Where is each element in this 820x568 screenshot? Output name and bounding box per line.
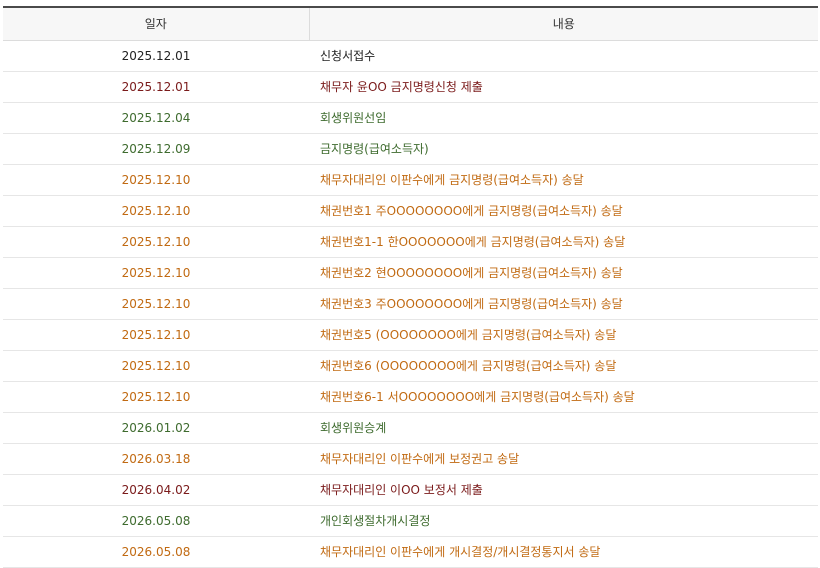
row-content: 채권번호5 (OOOOOOOO에게 금지명령(급여소득자) 송달 — [309, 319, 818, 351]
row-date: 2026.04.02 — [3, 474, 309, 506]
table-row: 2025.12.04 회생위원선임 — [3, 102, 818, 134]
row-date: 2025.12.01 — [3, 71, 309, 103]
date-column-header: 일자 — [3, 6, 310, 41]
row-date: 2025.12.09 — [3, 133, 309, 165]
table-row: 2026.05.08 채무자대리인 이판수에게 개시결정/개시결정통지서 송달 — [3, 536, 818, 568]
table-row: 2025.12.10 채권번호5 (OOOOOOOO에게 금지명령(급여소득자) … — [3, 319, 818, 351]
row-content: 채권번호1 주OOOOOOOO에게 금지명령(급여소득자) 송달 — [309, 195, 818, 227]
table-row: 2026.01.02 회생위원승계 — [3, 412, 818, 444]
table-row: 2026.03.18 채무자대리인 이판수에게 보정권고 송달 — [3, 443, 818, 475]
table-header: 일자 내용 — [3, 6, 818, 41]
row-date: 2025.12.10 — [3, 288, 309, 320]
row-content: 회생위원승계 — [309, 412, 818, 444]
case-history-table: 일자 내용 2025.12.01 신청서접수 2025.12.01 채무자 윤OO … — [3, 6, 818, 568]
row-date: 2025.12.10 — [3, 319, 309, 351]
case-progress-panel: 일자 내용 2025.12.01 신청서접수 2025.12.01 채무자 윤OO … — [0, 0, 820, 568]
row-content: 채권번호3 주OOOOOOOO에게 금지명령(급여소득자) 송달 — [309, 288, 818, 320]
row-content: 채무자 윤OO 금지명령신청 제출 — [309, 71, 818, 103]
table-row: 2025.12.10 채권번호3 주OOOOOOOO에게 금지명령(급여소득자) … — [3, 288, 818, 320]
table-row: 2026.05.08 개인회생절차개시결정 — [3, 505, 818, 537]
row-content: 채권번호6 (OOOOOOOO에게 금지명령(급여소득자) 송달 — [309, 350, 818, 382]
row-content: 채무자대리인 이OO 보정서 제출 — [309, 474, 818, 506]
table-row: 2025.12.09 금지명령(급여소득자) — [3, 133, 818, 165]
row-content: 신청서접수 — [309, 40, 818, 72]
table-row: 2025.12.01 채무자 윤OO 금지명령신청 제출 — [3, 71, 818, 103]
row-content: 채무자대리인 이판수에게 개시결정/개시결정통지서 송달 — [309, 536, 818, 568]
row-date: 2025.12.10 — [3, 350, 309, 382]
row-date: 2025.12.10 — [3, 257, 309, 289]
table-row: 2025.12.10 채권번호6-1 서OOOOOOOO에게 금지명령(급여소득자… — [3, 381, 818, 413]
row-content: 채권번호1-1 한OOOOOOO에게 금지명령(급여소득자) 송달 — [309, 226, 818, 258]
row-content: 금지명령(급여소득자) — [309, 133, 818, 165]
row-date: 2026.01.02 — [3, 412, 309, 444]
row-date: 2025.12.10 — [3, 381, 309, 413]
table-body: 2025.12.01 신청서접수 2025.12.01 채무자 윤OO 금지명령신청… — [3, 40, 818, 568]
table-row: 2025.12.10 채권번호2 현OOOOOOOO에게 금지명령(급여소득자) … — [3, 257, 818, 289]
row-content: 채권번호2 현OOOOOOOO에게 금지명령(급여소득자) 송달 — [309, 257, 818, 289]
table-row: 2025.12.10 채권번호6 (OOOOOOOO에게 금지명령(급여소득자) … — [3, 350, 818, 382]
row-date: 2025.12.01 — [3, 40, 309, 72]
row-content: 개인회생절차개시결정 — [309, 505, 818, 537]
row-content: 채무자대리인 이판수에게 보정권고 송달 — [309, 443, 818, 475]
row-date: 2025.12.10 — [3, 226, 309, 258]
table-row: 2025.12.01 신청서접수 — [3, 40, 818, 72]
row-date: 2025.12.10 — [3, 164, 309, 196]
row-date: 2025.12.10 — [3, 195, 309, 227]
table-row: 2025.12.10 채권번호1-1 한OOOOOOO에게 금지명령(급여소득자)… — [3, 226, 818, 258]
row-content: 채권번호6-1 서OOOOOOOO에게 금지명령(급여소득자) 송달 — [309, 381, 818, 413]
table-row: 2025.12.10 채무자대리인 이판수에게 금지명령(급여소득자) 송달 — [3, 164, 818, 196]
table-row: 2026.04.02 채무자대리인 이OO 보정서 제출 — [3, 474, 818, 506]
row-content: 채무자대리인 이판수에게 금지명령(급여소득자) 송달 — [309, 164, 818, 196]
table-row: 2025.12.10 채권번호1 주OOOOOOOO에게 금지명령(급여소득자) … — [3, 195, 818, 227]
table-header-row: 일자 내용 — [3, 6, 818, 41]
row-content: 회생위원선임 — [309, 102, 818, 134]
row-date: 2026.03.18 — [3, 443, 309, 475]
row-date: 2026.05.08 — [3, 536, 309, 568]
row-date: 2026.05.08 — [3, 505, 309, 537]
row-date: 2025.12.04 — [3, 102, 309, 134]
content-column-header: 내용 — [309, 6, 818, 41]
